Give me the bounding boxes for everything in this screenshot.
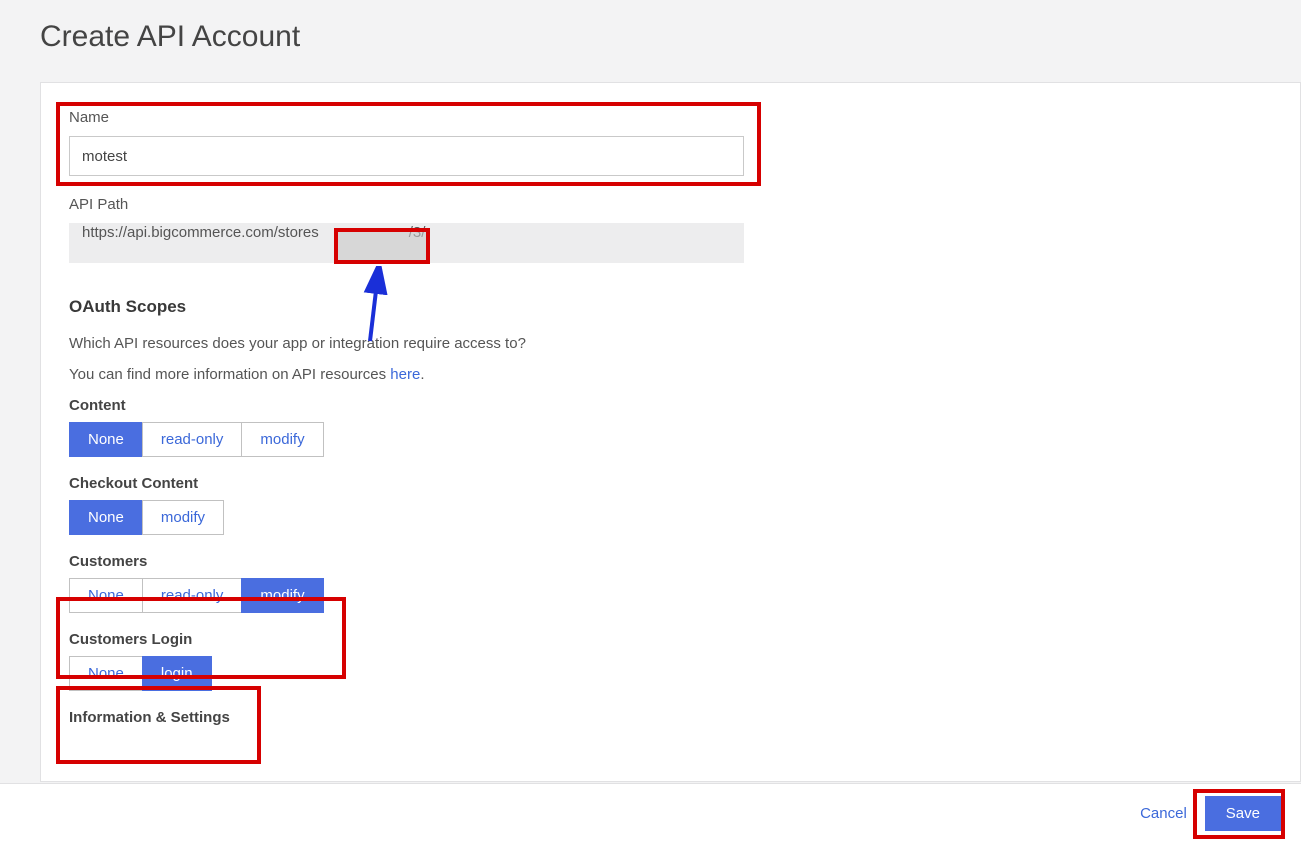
oauth-scopes-heading: OAuth Scopes: [69, 297, 1272, 317]
scope-content-modify[interactable]: modify: [241, 422, 323, 457]
scope-customers-login: Customers Login None login: [69, 631, 1272, 691]
scope-customers-modify[interactable]: modify: [241, 578, 323, 613]
footer-bar: Cancel Save: [0, 783, 1301, 843]
scope-customers-login-label: Customers Login: [69, 631, 1272, 648]
save-button[interactable]: Save: [1205, 796, 1281, 831]
scope-content-options: None read-only modify: [69, 422, 324, 457]
scope-customers-login-login[interactable]: login: [142, 656, 212, 691]
scope-customers-options: None read-only modify: [69, 578, 324, 613]
cancel-button[interactable]: Cancel: [1140, 805, 1187, 822]
scope-checkout-modify[interactable]: modify: [142, 500, 224, 535]
name-field-block: Name: [69, 109, 1272, 176]
scope-customers-readonly[interactable]: read-only: [142, 578, 243, 613]
scope-customers-label: Customers: [69, 553, 1272, 570]
scope-content: Content None read-only modify: [69, 397, 1272, 457]
scope-checkout-content-label: Checkout Content: [69, 475, 1272, 492]
oauth-help-2: You can find more information on API res…: [69, 366, 1272, 383]
oauth-help-2-pre: You can find more information on API res…: [69, 366, 390, 383]
scope-content-label: Content: [69, 397, 1272, 414]
scope-information-settings: Information & Settings: [69, 709, 1272, 726]
scope-checkout-content: Checkout Content None modify: [69, 475, 1272, 535]
api-path-prefix: https://api.bigcommerce.com/stores: [82, 224, 319, 241]
scope-checkout-none[interactable]: None: [69, 500, 143, 535]
api-path-value: https://api.bigcommerce.com/storesxxxxxx…: [69, 223, 744, 263]
scope-checkout-content-options: None modify: [69, 500, 224, 535]
scope-customers-none[interactable]: None: [69, 578, 143, 613]
scope-content-readonly[interactable]: read-only: [142, 422, 243, 457]
scope-content-none[interactable]: None: [69, 422, 143, 457]
scope-customers: Customers None read-only modify: [69, 553, 1272, 613]
api-path-block: API Path https://api.bigcommerce.com/sto…: [69, 196, 1272, 263]
scope-customers-login-none[interactable]: None: [69, 656, 143, 691]
oauth-help-1: Which API resources does your app or int…: [69, 335, 1272, 352]
name-input[interactable]: [69, 136, 744, 176]
api-path-label: API Path: [69, 196, 1272, 213]
page-title: Create API Account: [40, 20, 1301, 54]
scope-information-settings-label: Information & Settings: [69, 709, 1272, 726]
oauth-help-link[interactable]: here: [390, 366, 420, 383]
oauth-help-2-post: .: [420, 366, 424, 383]
api-path-suffix: /3/: [409, 224, 426, 241]
scope-customers-login-options: None login: [69, 656, 212, 691]
form-panel: Name API Path https://api.bigcommerce.co…: [40, 82, 1301, 782]
name-label: Name: [69, 109, 1272, 126]
